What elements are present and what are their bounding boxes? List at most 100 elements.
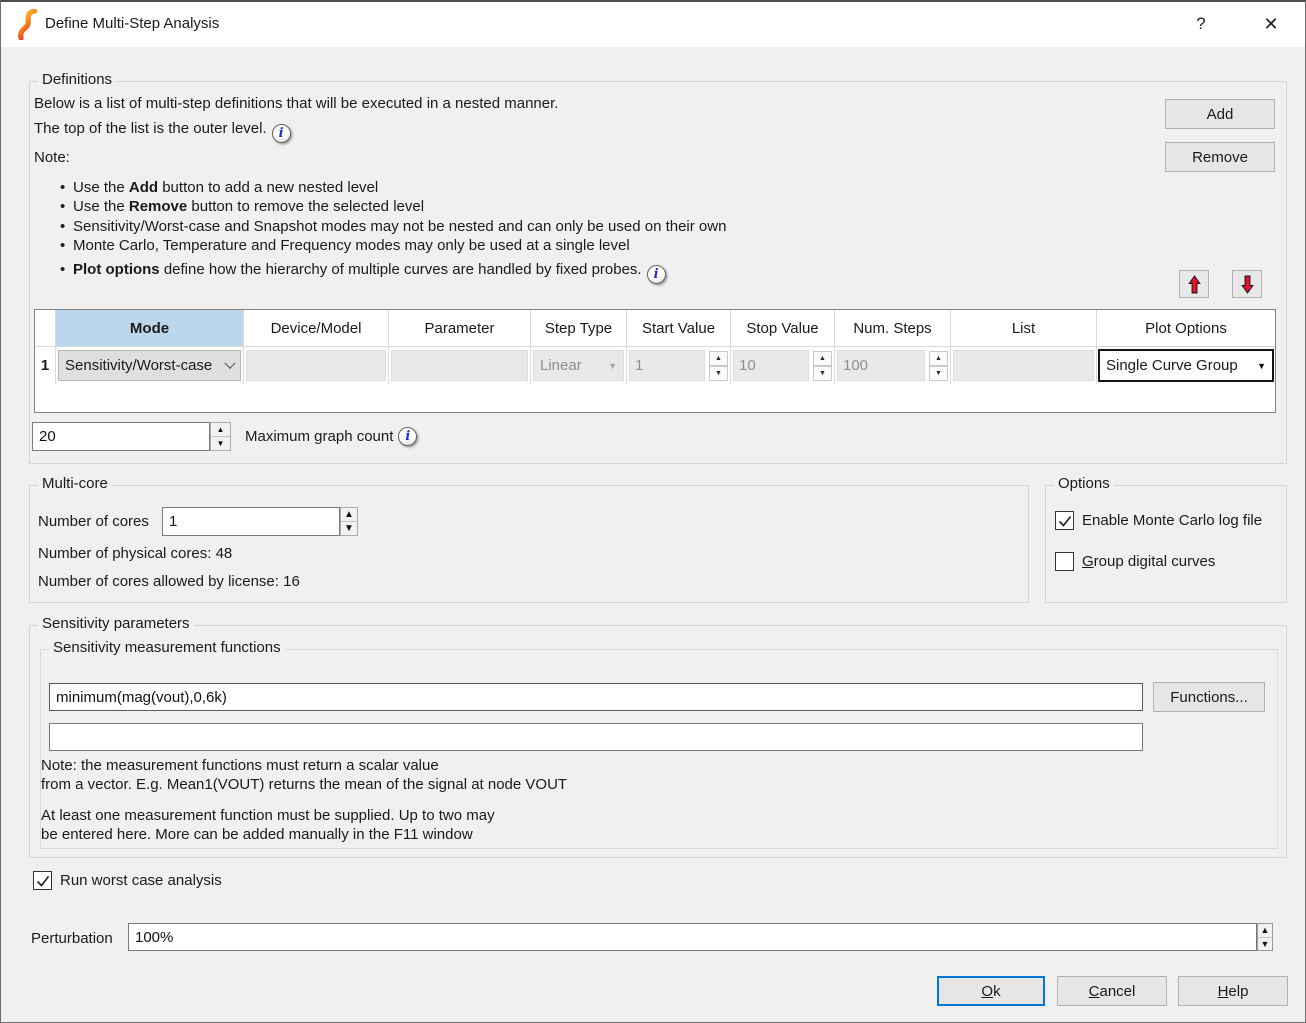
measurement-functions-group-label: Sensitivity measurement functions xyxy=(49,639,285,656)
perturbation-spinner[interactable]: ▲ ▼ xyxy=(1257,923,1273,951)
sensitivity-parameters-group-label: Sensitivity parameters xyxy=(38,615,194,632)
run-worst-case-label: Run worst case analysis xyxy=(60,872,222,889)
measurement-function-1-input[interactable] xyxy=(49,683,1143,711)
help-button[interactable]: Help xyxy=(1178,976,1288,1006)
note-bullet-monte-carlo: Monte Carlo, Temperature and Frequency m… xyxy=(60,236,732,255)
max-graph-count-label: Maximum graph count xyxy=(245,428,393,445)
multi-core-group-label: Multi-core xyxy=(38,475,112,492)
row-header-1[interactable]: 1 xyxy=(35,347,56,384)
num-steps-field: 100 xyxy=(837,350,925,381)
add-button[interactable]: Add xyxy=(1165,99,1275,129)
dropdown-arrow-icon: ▼ xyxy=(1257,361,1266,371)
group-digital-curves-checkbox[interactable] xyxy=(1055,552,1074,571)
options-group: Options Enable Monte Carlo log file Grou… xyxy=(1045,485,1287,603)
max-graph-spinner[interactable]: ▲ ▼ xyxy=(210,422,231,451)
multi-step-table: Mode Device/Model Parameter Step Type St… xyxy=(34,309,1276,413)
table-row: 1 Sensitivity/Worst-case Linear▼ 1 ▲▼ xyxy=(35,347,1275,384)
plot-options-combobox[interactable]: Single Curve Group▼ xyxy=(1098,349,1274,382)
intro-line-1: Below is a list of multi-step definition… xyxy=(34,95,558,112)
spin-up-icon[interactable]: ▲ xyxy=(1258,924,1272,938)
note-bullet-add: Use the Add button to add a new nested l… xyxy=(60,178,732,197)
col-header-mode[interactable]: Mode xyxy=(56,310,244,346)
physical-cores-line: Number of physical cores: 48 xyxy=(38,545,232,562)
move-down-button[interactable] xyxy=(1232,270,1262,298)
device-model-cell xyxy=(244,347,389,384)
number-of-cores-label: Number of cores xyxy=(38,513,149,530)
col-header-plot-options[interactable]: Plot Options xyxy=(1097,310,1275,346)
measurement-function-2-input[interactable] xyxy=(49,723,1143,751)
corner-cell xyxy=(35,310,56,346)
perturbation-label: Perturbation xyxy=(31,930,113,947)
run-worst-case-checkbox[interactable] xyxy=(33,871,52,890)
note-supply-line-2: be entered here. More can be added manua… xyxy=(41,826,473,843)
remove-button[interactable]: Remove xyxy=(1165,142,1275,172)
stop-value-field: 10 xyxy=(733,350,809,381)
cores-spinner[interactable]: ▲ ▼ xyxy=(340,507,358,536)
num-steps-cell: 100 ▲▼ xyxy=(835,347,951,384)
col-header-start-value[interactable]: Start Value xyxy=(627,310,731,346)
notes-list: Use the Add button to add a new nested l… xyxy=(60,178,732,284)
intro-line-2: The top of the list is the outer level.i xyxy=(34,120,291,143)
step-type-cell: Linear▼ xyxy=(531,347,627,384)
app-logo-icon xyxy=(14,9,40,40)
col-header-device-model[interactable]: Device/Model xyxy=(244,310,389,346)
col-header-stop-value[interactable]: Stop Value xyxy=(731,310,835,346)
note-bullet-remove: Use the Remove button to remove the sele… xyxy=(60,197,732,216)
info-icon[interactable]: i xyxy=(647,265,666,284)
spin-down-icon: ▼ xyxy=(929,366,948,381)
spin-down-icon[interactable]: ▼ xyxy=(1258,938,1272,951)
spin-up-icon[interactable]: ▲ xyxy=(341,508,357,522)
group-digital-curves-label: Group digital curves xyxy=(1082,553,1215,570)
define-multi-step-analysis-dialog: Define Multi-Step Analysis ? ✕ Definitio… xyxy=(0,0,1306,1023)
sensitivity-parameters-group: Sensitivity parameters Sensitivity measu… xyxy=(29,625,1287,858)
start-value-field: 1 xyxy=(629,350,705,381)
monte-carlo-log-row: Enable Monte Carlo log file xyxy=(1055,511,1262,530)
max-graph-count-input[interactable] xyxy=(32,422,210,451)
window-title: Define Multi-Step Analysis xyxy=(45,2,219,46)
device-model-field xyxy=(246,350,386,381)
note-scalar-line-2: from a vector. E.g. Mean1(VOUT) returns … xyxy=(41,776,567,793)
col-header-num-steps[interactable]: Num. Steps xyxy=(835,310,951,346)
parameter-field xyxy=(391,350,528,381)
spin-down-icon[interactable]: ▼ xyxy=(211,437,230,450)
plot-options-cell: Single Curve Group▼ xyxy=(1097,347,1275,384)
note-bullet-plot-options: Plot options define how the hierarchy of… xyxy=(60,260,732,284)
list-field xyxy=(953,350,1094,381)
col-header-step-type[interactable]: Step Type xyxy=(531,310,627,346)
note-scalar-line-1: Note: the measurement functions must ret… xyxy=(41,757,439,774)
multi-core-group: Multi-core Number of cores ▲ ▼ Number of… xyxy=(29,485,1029,603)
chevron-down-icon xyxy=(224,357,235,368)
spin-down-icon: ▼ xyxy=(813,366,832,381)
license-cores-line: Number of cores allowed by license: 16 xyxy=(38,573,300,590)
monte-carlo-log-label: Enable Monte Carlo log file xyxy=(1082,512,1262,529)
monte-carlo-log-checkbox[interactable] xyxy=(1055,511,1074,530)
table-header-row: Mode Device/Model Parameter Step Type St… xyxy=(35,310,1275,347)
perturbation-input[interactable] xyxy=(128,923,1257,951)
move-up-button[interactable] xyxy=(1179,270,1209,298)
mode-combobox[interactable]: Sensitivity/Worst-case xyxy=(58,350,241,381)
group-digital-curves-row: Group digital curves xyxy=(1055,552,1215,571)
step-type-combobox: Linear▼ xyxy=(533,350,624,381)
note-bullet-sensitivity: Sensitivity/Worst-case and Snapshot mode… xyxy=(60,217,732,236)
titlebar: Define Multi-Step Analysis ? ✕ xyxy=(1,2,1305,47)
col-header-list[interactable]: List xyxy=(951,310,1097,346)
checkmark-icon xyxy=(1058,514,1072,528)
number-of-cores-input[interactable] xyxy=(162,507,340,536)
stop-value-cell: 10 ▲▼ xyxy=(731,347,835,384)
cancel-button[interactable]: Cancel xyxy=(1057,976,1167,1006)
max-graph-row: ▲ ▼ Maximum graph count i xyxy=(32,422,417,451)
checkmark-icon xyxy=(36,874,50,888)
info-icon[interactable]: i xyxy=(272,124,291,143)
dropdown-arrow-icon: ▼ xyxy=(608,361,617,371)
info-icon[interactable]: i xyxy=(398,427,417,446)
titlebar-close-button[interactable]: ✕ xyxy=(1246,2,1296,46)
spin-down-icon[interactable]: ▼ xyxy=(341,522,357,535)
ok-button[interactable]: Ok xyxy=(937,976,1045,1006)
spin-up-icon[interactable]: ▲ xyxy=(211,423,230,437)
note-supply-line-1: At least one measurement function must b… xyxy=(41,807,495,824)
measurement-functions-group: Sensitivity measurement functions Functi… xyxy=(40,649,1278,849)
spin-up-icon: ▲ xyxy=(929,351,948,366)
col-header-parameter[interactable]: Parameter xyxy=(389,310,531,346)
functions-button[interactable]: Functions... xyxy=(1153,682,1265,712)
titlebar-help-button[interactable]: ? xyxy=(1181,2,1221,46)
